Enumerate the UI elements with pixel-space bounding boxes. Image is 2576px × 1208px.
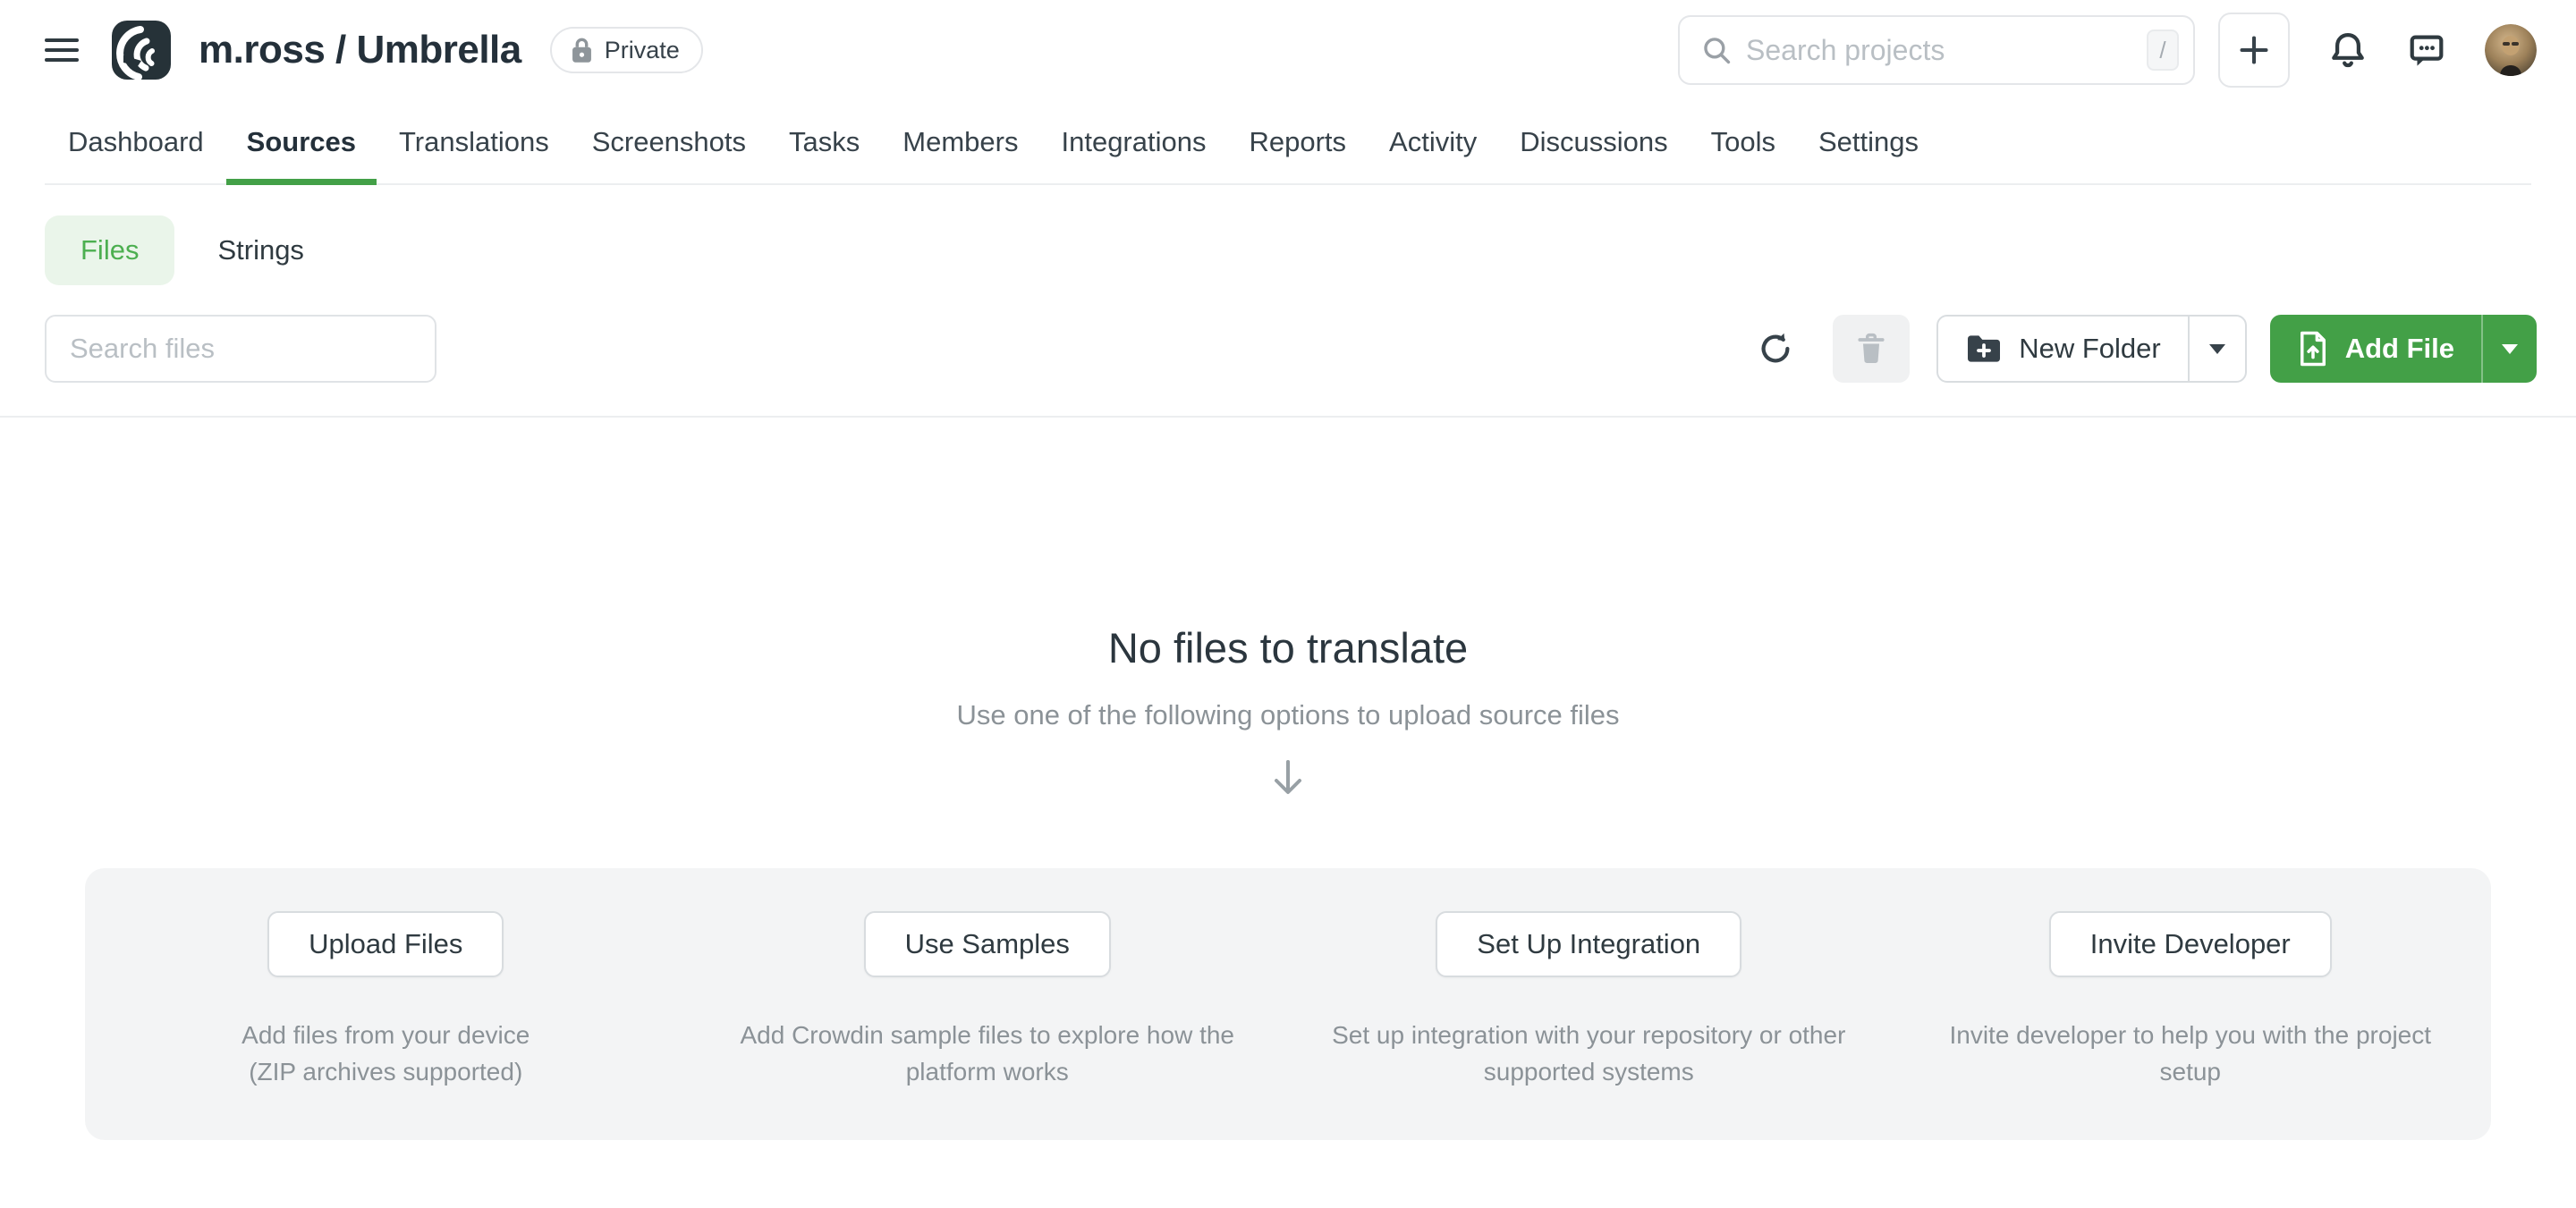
set-up-integration-description: Set up integration with your repository … bbox=[1302, 1017, 1875, 1090]
chevron-down-icon bbox=[2502, 344, 2518, 354]
project-title[interactable]: m.ross / Umbrella bbox=[199, 28, 521, 72]
new-folder-dropdown[interactable] bbox=[2188, 317, 2245, 381]
option-set-up-integration: Set Up Integration Set up integration wi… bbox=[1288, 911, 1890, 1090]
folder-plus-icon bbox=[1965, 333, 2003, 365]
search-icon bbox=[1701, 35, 1732, 65]
tab-settings[interactable]: Settings bbox=[1817, 100, 1920, 183]
add-file-split-button: Add File bbox=[2270, 315, 2537, 383]
subnav-strings[interactable]: Strings bbox=[217, 234, 303, 266]
content-divider bbox=[0, 416, 2576, 418]
empty-state-subtitle: Use one of the following options to uplo… bbox=[0, 699, 2576, 731]
files-toolbar: New Folder Add File bbox=[45, 314, 2537, 384]
upload-options-panel: Upload Files Add files from your device … bbox=[85, 868, 2491, 1140]
bell-icon bbox=[2327, 30, 2368, 71]
privacy-badge: Private bbox=[550, 27, 703, 73]
add-file-button[interactable]: Add File bbox=[2270, 315, 2481, 383]
notifications-button[interactable] bbox=[2327, 30, 2368, 71]
new-folder-button[interactable]: New Folder bbox=[1938, 317, 2188, 381]
new-folder-split-button: New Folder bbox=[1936, 315, 2247, 383]
empty-state-title: No files to translate bbox=[0, 623, 2576, 672]
set-up-integration-button[interactable]: Set Up Integration bbox=[1436, 911, 1741, 977]
tab-reports[interactable]: Reports bbox=[1247, 100, 1348, 183]
use-samples-description: Add Crowdin sample files to explore how … bbox=[715, 1017, 1260, 1090]
project-nav-tabs: Dashboard Sources Translations Screensho… bbox=[45, 100, 2531, 185]
invite-developer-description: Invite developer to help you with the pr… bbox=[1922, 1017, 2459, 1090]
tab-activity[interactable]: Activity bbox=[1387, 100, 1479, 183]
option-invite-developer: Invite Developer Invite developer to hel… bbox=[1890, 911, 2492, 1090]
tab-tools[interactable]: Tools bbox=[1709, 100, 1777, 183]
add-file-label: Add File bbox=[2345, 333, 2454, 365]
tab-members[interactable]: Members bbox=[901, 100, 1020, 183]
add-file-dropdown[interactable] bbox=[2481, 315, 2537, 383]
lock-icon bbox=[570, 37, 594, 63]
project-search-input[interactable] bbox=[1746, 34, 2147, 67]
chevron-down-icon bbox=[2209, 344, 2225, 354]
tab-discussions[interactable]: Discussions bbox=[1518, 100, 1669, 183]
messages-button[interactable] bbox=[2406, 30, 2447, 71]
new-folder-label: New Folder bbox=[2019, 333, 2161, 365]
file-upload-icon bbox=[2297, 330, 2329, 367]
delete-button[interactable] bbox=[1833, 315, 1910, 383]
plus-icon bbox=[2237, 33, 2271, 67]
use-samples-button[interactable]: Use Samples bbox=[864, 911, 1111, 977]
create-project-button[interactable] bbox=[2218, 13, 2290, 88]
tab-translations[interactable]: Translations bbox=[397, 100, 551, 183]
invite-developer-button[interactable]: Invite Developer bbox=[2049, 911, 2332, 977]
tab-tasks[interactable]: Tasks bbox=[787, 100, 861, 183]
chat-icon bbox=[2406, 30, 2447, 71]
option-upload-files: Upload Files Add files from your device … bbox=[85, 911, 687, 1090]
privacy-badge-label: Private bbox=[605, 37, 680, 64]
upload-files-description: Add files from your device (ZIP archives… bbox=[225, 1017, 547, 1090]
tab-dashboard[interactable]: Dashboard bbox=[66, 100, 206, 183]
tab-sources[interactable]: Sources bbox=[245, 100, 358, 183]
search-shortcut-chip: / bbox=[2147, 30, 2179, 71]
subnav-files[interactable]: Files bbox=[45, 215, 174, 285]
option-use-samples: Use Samples Add Crowdin sample files to … bbox=[687, 911, 1289, 1090]
empty-state: No files to translate Use one of the fol… bbox=[0, 623, 2576, 804]
refresh-button[interactable] bbox=[1756, 329, 1795, 368]
top-header: m.ross / Umbrella Private / bbox=[0, 0, 2576, 100]
hamburger-icon[interactable] bbox=[45, 32, 80, 68]
crowdin-logo[interactable] bbox=[111, 20, 172, 80]
down-arrow-icon bbox=[1267, 756, 1309, 799]
trash-icon bbox=[1854, 331, 1888, 367]
avatar-photo bbox=[2485, 24, 2537, 76]
tab-integrations[interactable]: Integrations bbox=[1059, 100, 1208, 183]
upload-files-button[interactable]: Upload Files bbox=[267, 911, 504, 977]
refresh-icon bbox=[1756, 329, 1795, 368]
tab-screenshots[interactable]: Screenshots bbox=[590, 100, 748, 183]
user-avatar[interactable] bbox=[2485, 24, 2537, 76]
project-search: / bbox=[1678, 15, 2195, 85]
files-search-input[interactable] bbox=[45, 315, 436, 383]
sources-subnav: Files Strings bbox=[45, 215, 2576, 285]
